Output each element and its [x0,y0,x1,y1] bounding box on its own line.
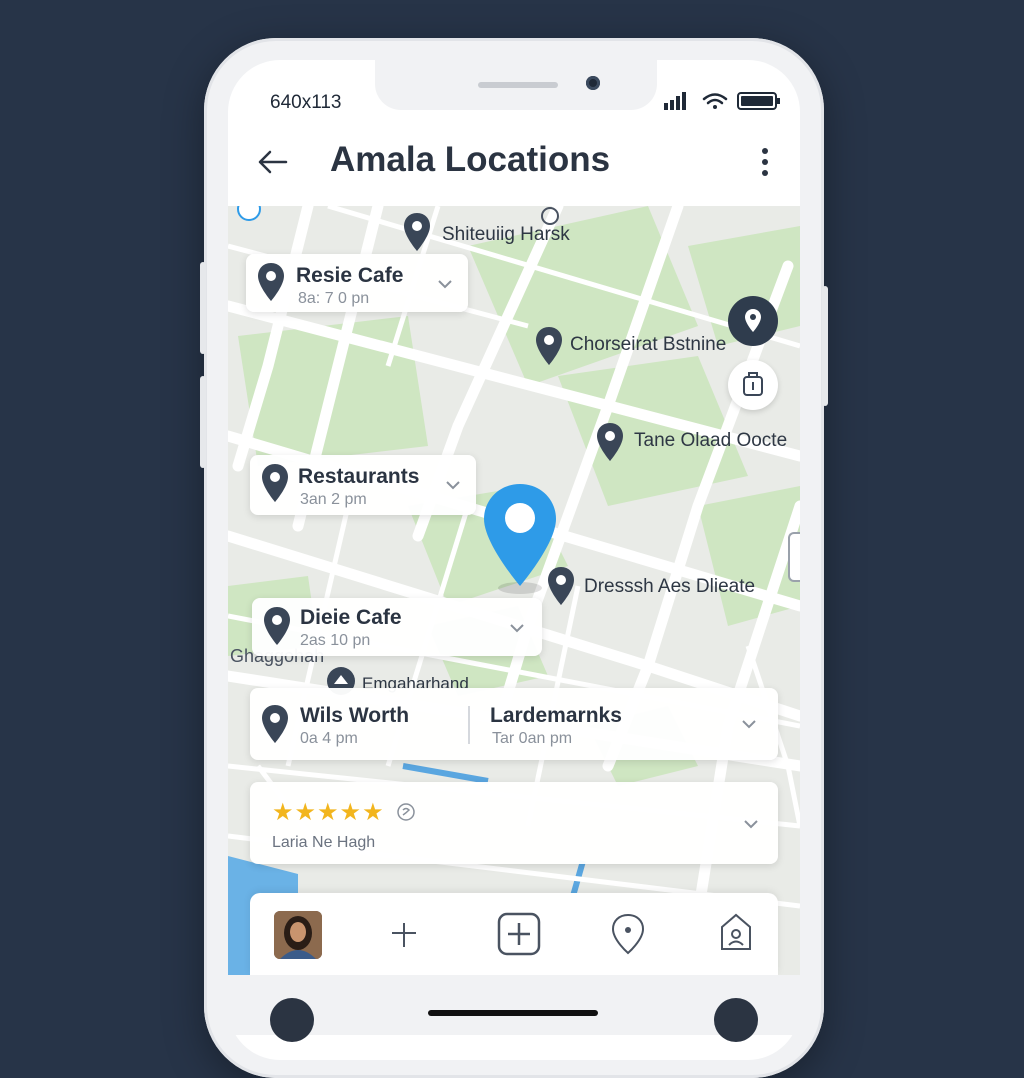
compass-icon[interactable] [236,206,262,222]
chevron-down-icon[interactable] [436,278,454,290]
map-label-tane-olaad: Tane Olaad Oocte [634,430,788,451]
page-title: Amala Locations [330,140,611,179]
card-title: Dieie Cafe [300,606,402,629]
volume-down-button [200,376,206,468]
card-secondary-title: Lardemarnks [490,704,622,727]
card-subtitle: 8a: 7 0 pn [298,290,370,307]
card-subtitle: 0a 4 pm [300,730,358,747]
profile-tag-icon[interactable] [716,911,756,957]
map-pin-icon[interactable] [595,422,625,462]
power-button [822,286,828,406]
bottom-nav [250,893,778,975]
front-camera [586,76,600,90]
volume-up-button [200,262,206,354]
chevron-down-icon[interactable] [740,718,758,730]
info-icon[interactable] [396,802,416,822]
landmark-icon [541,207,559,225]
location-card-wils-worth[interactable]: Wils Worth 0a 4 pm Lardemarnks Tar 0an p… [250,688,778,760]
chevron-down-icon[interactable] [742,818,760,830]
layers-button[interactable] [728,360,778,410]
map-pin-icon [262,464,288,502]
review-card[interactable]: ★★★★★ Laria Ne Hagh [250,782,778,864]
star-rating: ★★★★★ [272,799,385,826]
battery-icon [737,92,780,110]
more-vertical-icon[interactable] [750,142,780,182]
side-handle[interactable] [788,532,800,582]
status-time: 640x113 [270,92,342,113]
review-info: Laria Ne Hagh [272,834,376,851]
speaker [478,82,558,88]
layers-icon [743,372,763,396]
pin-outline-icon[interactable] [608,911,648,957]
map-pin-icon [258,263,284,301]
card-title: Wils Worth [300,704,410,727]
map-pin-icon[interactable] [534,326,564,366]
app-header: Amala Locations [228,120,800,206]
locate-button[interactable] [728,296,778,346]
card-subtitle: 2as 10 pn [300,632,371,649]
selected-location-pin-icon[interactable] [480,482,560,594]
pin-icon [745,309,761,332]
card-title: Restaurants [298,465,420,488]
river [402,763,489,784]
avatar-image [274,911,322,959]
chevron-down-icon[interactable] [508,622,526,634]
card-secondary-subtitle: Tar 0an pm [492,730,573,747]
status-icons-svg [664,92,780,110]
wifi-icon [702,93,728,109]
divider [468,706,470,744]
card-title: Resie Cafe [296,264,404,287]
map-pin-icon [262,705,288,743]
location-card-restaurants[interactable]: Restaurants 3an 2 pm [250,455,476,515]
signal-icon [664,92,686,110]
home-indicator[interactable] [428,1010,598,1016]
map-label-chorseirat: Chorseirat Bstnine [570,334,727,355]
map-pin-icon[interactable] [402,212,432,252]
add-square-icon[interactable] [496,911,542,957]
chevron-down-icon[interactable] [444,479,462,491]
plus-thin-icon[interactable] [386,917,422,953]
map-pin-icon [264,607,290,645]
right-round-button[interactable] [714,998,758,1042]
map-label-dresssh: Dresssh Aes Dlieate [584,576,756,597]
status-icons [664,90,784,117]
avatar[interactable] [274,911,322,959]
card-subtitle: 3an 2 pm [300,491,367,508]
location-card-resie-cafe[interactable]: Resie Cafe 8a: 7 0 pn [246,254,468,312]
left-round-button[interactable] [270,998,314,1042]
location-card-dieie-cafe[interactable]: Dieie Cafe 2as 10 pn [252,598,542,656]
back-arrow-icon[interactable] [252,142,292,182]
